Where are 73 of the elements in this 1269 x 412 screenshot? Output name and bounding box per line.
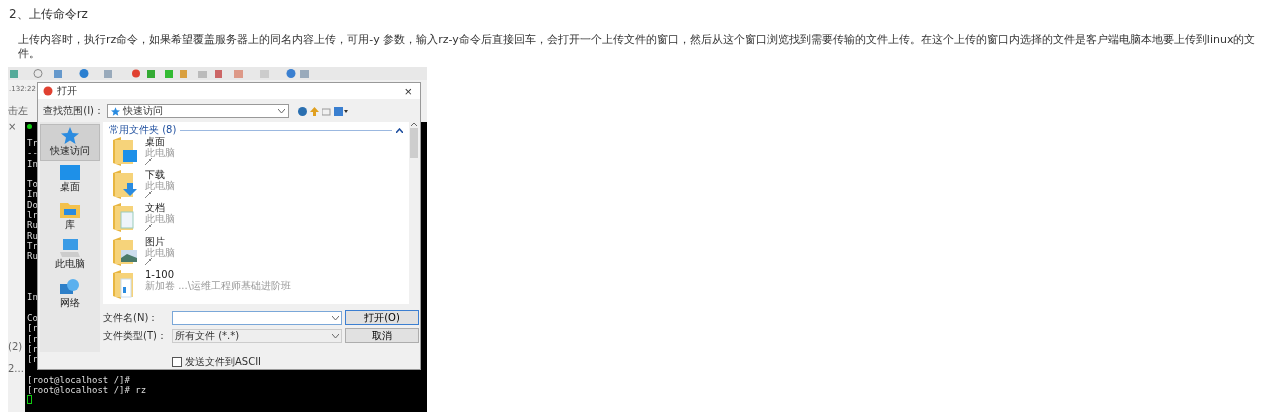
terminal-line: To: [27, 179, 38, 190]
side-text: (2): [8, 341, 23, 352]
folder-name[interactable]: 1-100: [145, 268, 292, 280]
folder-name[interactable]: 文档: [145, 202, 175, 214]
terminal-line: [r: [27, 323, 38, 334]
folder-name[interactable]: 下载: [145, 169, 175, 181]
status-dot-icon: [27, 124, 32, 129]
terminal-line: Tr: [27, 240, 38, 251]
shell-icon: [42, 86, 53, 96]
places-item[interactable]: 此电脑: [40, 236, 100, 274]
network-icon: [60, 278, 80, 296]
side-text: ×: [8, 121, 17, 132]
folder-location: 此电脑: [145, 180, 175, 192]
terminal-line: [r: [27, 333, 38, 344]
checkbox[interactable]: [172, 357, 182, 367]
view-menu-icon[interactable]: [334, 106, 348, 116]
terminal-cursor: [27, 395, 32, 405]
star-icon: [111, 106, 120, 116]
chevron-icon: [278, 109, 285, 113]
folder-location: 此电脑: [145, 246, 175, 258]
places-item[interactable]: 库: [40, 198, 100, 235]
terminal-line: [r: [27, 354, 38, 365]
places-item[interactable]: 桌面: [40, 162, 100, 197]
folder-name[interactable]: 桌面: [145, 136, 175, 147]
file-name-label: 文件名(N)：: [103, 310, 160, 325]
folder-icon: [60, 201, 80, 218]
terminal-line: --: [27, 148, 38, 159]
terminal-line: Tr: [27, 138, 38, 148]
chevron-icon: [332, 315, 339, 320]
terminal-line: In: [27, 189, 38, 200]
file-type-label: 文件类型(T)：: [103, 328, 168, 343]
file-name-field[interactable]: [172, 310, 342, 325]
star-icon: [61, 127, 79, 144]
chevron-icon: [332, 333, 339, 338]
terminal-line: In: [27, 158, 38, 169]
terminal-line: Ru: [27, 230, 38, 241]
terminal-line: [root@localhost /]#: [27, 374, 130, 385]
scrollbar-thumb[interactable]: [410, 128, 418, 158]
folder-location: 新加卷 ...\运维工程师基础进阶班: [145, 279, 292, 291]
file-type-dropdown[interactable]: 所有文件 (*.*): [172, 328, 342, 343]
folder-icon: [113, 136, 139, 166]
terminal-line: Do: [27, 199, 38, 210]
places-item[interactable]: 网络: [40, 275, 100, 313]
cancel-button[interactable]: 取消: [345, 328, 419, 343]
close-button[interactable]: ×: [400, 83, 416, 99]
group-header: 常用文件夹 (8): [109, 123, 177, 137]
look-in-label: 查找范围(I)：: [42, 104, 105, 118]
terminal-line: Ru: [27, 251, 38, 262]
paragraph: 上传内容时，执行rz命令，如果希望覆盖服务器上的同名内容上传，可用-y 参数，输入rz-y命令后直接回车，会打开一个上传文件的窗口，然后从这个窗口浏览找到需要传输的文件上传。在这个上传的窗口内选择的文件是客户端电脑本地要上传到linux的文件。: [18, 33, 1257, 61]
places-item[interactable]: 快速访问: [40, 124, 100, 161]
folder-location: 此电脑: [145, 213, 175, 225]
scroll-up-icon[interactable]: [411, 122, 417, 126]
side-text: 击左: [8, 104, 28, 118]
section-heading: 2、上传命令rz: [9, 6, 89, 23]
terminal-line: lr: [27, 210, 38, 221]
collapse-icon[interactable]: [396, 127, 403, 133]
folder-name[interactable]: 图片: [145, 235, 175, 247]
open-button[interactable]: 打开(O): [345, 310, 419, 325]
terminal-line: In: [27, 292, 38, 303]
scrollbar[interactable]: [409, 122, 419, 304]
dialog-title: 打开: [57, 84, 78, 98]
folder-icon: [113, 235, 139, 266]
side-text: 2...: [8, 363, 24, 374]
terminal-line: Co: [27, 313, 38, 324]
desktop-icon: [60, 165, 80, 180]
computer-icon: [60, 239, 80, 257]
terminal-line: [r: [27, 343, 38, 354]
checkbox-label: 发送文件到ASCII: [185, 355, 262, 369]
terminal-line: [root@localhost /]# rz: [27, 385, 147, 396]
terminal-line: Ru: [27, 220, 38, 231]
folder-icon: [113, 169, 139, 200]
folder-location: 此电脑: [145, 147, 175, 158]
look-in-dropdown[interactable]: 快速访问: [107, 104, 289, 118]
